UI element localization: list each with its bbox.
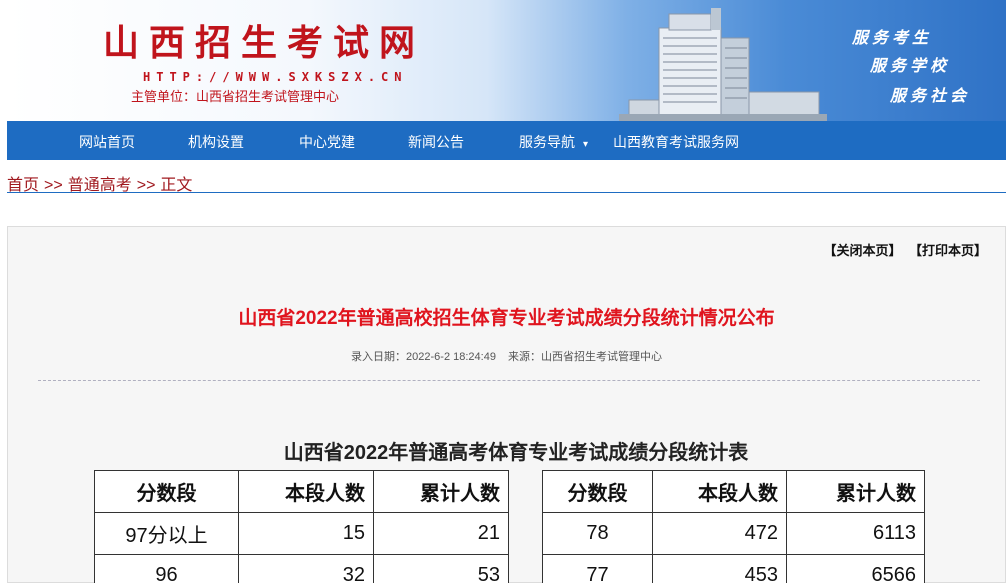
score-range-cell: 77 bbox=[542, 554, 653, 583]
site-url: HTTP://WWW.SXKSZX.CN bbox=[143, 70, 408, 84]
table-row: 78 472 6113 bbox=[542, 512, 925, 555]
header-cumulative-count: 累计人数 bbox=[373, 470, 509, 513]
cumulative-count-cell: 21 bbox=[373, 512, 509, 555]
close-page-link[interactable]: 【关闭本页】 bbox=[823, 243, 901, 258]
header-banner: 山西招生考试网 HTTP://WWW.SXKSZX.CN 主管单位：山西省招生考… bbox=[7, 0, 1006, 121]
breadcrumb: 首页 >> 普通高考 >> 正文 bbox=[7, 171, 1006, 194]
cumulative-count-cell: 53 bbox=[373, 554, 509, 583]
table-row: 77 453 6566 bbox=[542, 554, 925, 583]
score-table-left: 分数段 本段人数 累计人数 97分以上 15 21 96 32 53 bbox=[94, 470, 509, 583]
nav-services[interactable]: 服务导航 ▾ bbox=[519, 132, 588, 152]
header-segment-count: 本段人数 bbox=[238, 470, 374, 513]
article-panel: 【关闭本页】 【打印本页】 山西省2022年普通高校招生体育专业考试成绩分段统计情… bbox=[7, 226, 1006, 583]
header-segment-count: 本段人数 bbox=[652, 470, 787, 513]
building-image bbox=[619, 8, 827, 121]
segment-count-cell: 472 bbox=[652, 512, 787, 555]
publish-date: 录入日期：2022-6-2 18:24:49 bbox=[351, 351, 496, 363]
score-range-cell: 78 bbox=[542, 512, 653, 555]
breadcrumb-current: 正文 bbox=[160, 177, 193, 194]
slogan-society: 服务社会 bbox=[890, 86, 971, 105]
segment-count-cell: 15 bbox=[238, 512, 374, 555]
header-score-range: 分数段 bbox=[94, 470, 239, 513]
slogan-schools: 服务学校 bbox=[870, 56, 951, 75]
breadcrumb-separator: >> bbox=[44, 177, 63, 194]
article-title: 山西省2022年普通高校招生体育专业考试成绩分段统计情况公布 bbox=[238, 308, 775, 329]
score-range-cell: 97分以上 bbox=[94, 512, 239, 555]
table-header-row: 分数段 本段人数 累计人数 bbox=[94, 470, 509, 513]
table-title: 山西省2022年普通高考体育专业考试成绩分段统计表 bbox=[283, 442, 749, 464]
article-source: 来源：山西省招生考试管理中心 bbox=[507, 351, 662, 363]
article-meta: 录入日期：2022-6-2 18:24:49 来源：山西省招生考试管理中心 bbox=[8, 348, 1005, 364]
print-page-link[interactable]: 【打印本页】 bbox=[915, 243, 987, 258]
table-row: 96 32 53 bbox=[94, 554, 509, 583]
site-org: 主管单位：山西省招生考试管理中心 bbox=[131, 89, 340, 104]
nav-services-label: 服务导航 bbox=[519, 134, 575, 150]
nav-exam-service[interactable]: 山西教育考试服务网 bbox=[613, 132, 739, 152]
page-tools: 【关闭本页】 【打印本页】 bbox=[809, 240, 987, 259]
nav-news[interactable]: 新闻公告 bbox=[408, 132, 464, 152]
divider bbox=[38, 380, 980, 381]
header-cumulative-count: 累计人数 bbox=[786, 470, 925, 513]
site-title: 山西招生考试网 bbox=[103, 22, 426, 64]
slogan-students: 服务考生 bbox=[852, 28, 933, 47]
nav-organization[interactable]: 机构设置 bbox=[188, 132, 244, 152]
breadcrumb-separator: >> bbox=[136, 177, 156, 194]
chevron-down-icon: ▾ bbox=[583, 139, 589, 150]
header-score-range: 分数段 bbox=[542, 470, 653, 513]
table-header-row: 分数段 本段人数 累计人数 bbox=[542, 470, 925, 513]
breadcrumb-home[interactable]: 首页 bbox=[7, 177, 39, 194]
nav-party[interactable]: 中心党建 bbox=[299, 132, 355, 152]
score-table-right: 分数段 本段人数 累计人数 78 472 6113 77 453 6566 bbox=[542, 470, 925, 583]
segment-count-cell: 32 bbox=[238, 554, 374, 583]
segment-count-cell: 453 bbox=[652, 554, 787, 583]
cumulative-count-cell: 6566 bbox=[786, 554, 925, 583]
main-nav: 网站首页 机构设置 中心党建 新闻公告 服务导航 ▾ 山西教育考试服务网 bbox=[7, 121, 1006, 160]
nav-home[interactable]: 网站首页 bbox=[79, 132, 135, 152]
breadcrumb-section[interactable]: 普通高考 bbox=[68, 177, 132, 194]
table-row: 97分以上 15 21 bbox=[94, 512, 509, 555]
score-range-cell: 96 bbox=[94, 554, 239, 583]
cumulative-count-cell: 6113 bbox=[786, 512, 925, 555]
